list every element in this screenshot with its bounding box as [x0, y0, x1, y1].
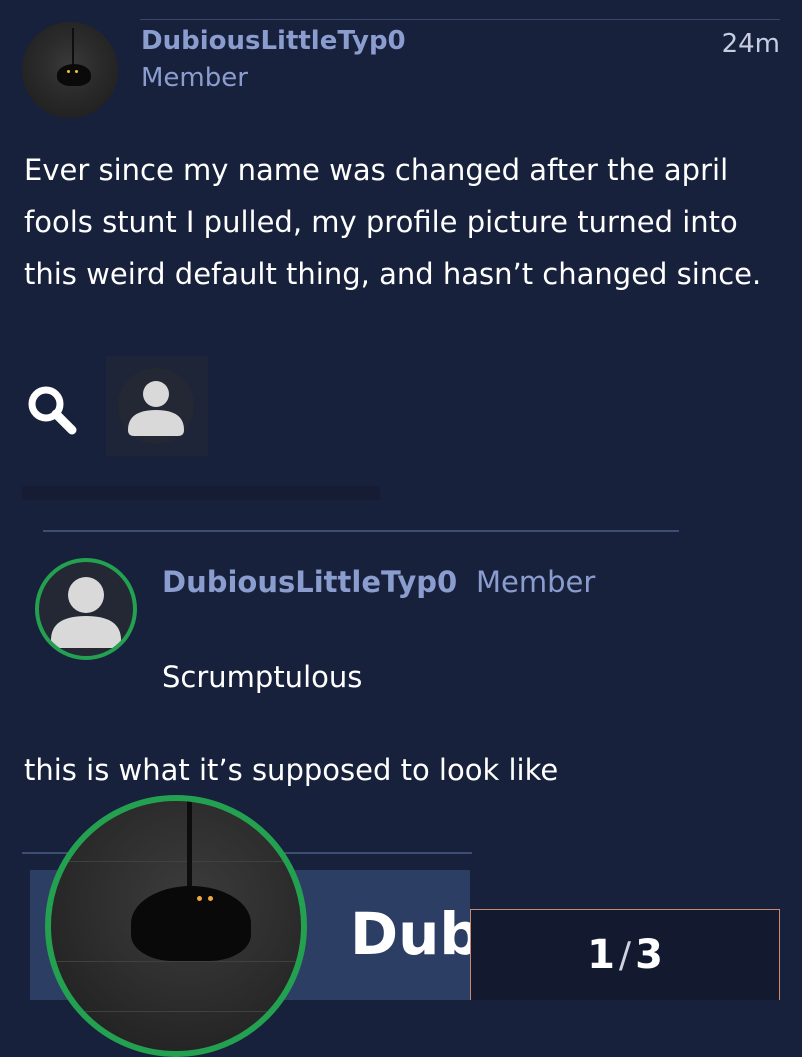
avatar-cat-eye [197, 896, 202, 901]
quote-role: Member [476, 565, 596, 599]
avatar-floor-line [51, 1011, 301, 1012]
avatar-cat-eye [67, 70, 70, 73]
avatar-pole [72, 28, 74, 68]
preview-username-fragment: Dub [350, 900, 481, 968]
quote-avatar[interactable] [35, 558, 137, 660]
avatar-cat-eye [208, 896, 213, 901]
post-caption: this is what it’s supposed to look like [24, 753, 559, 787]
avatar-pole [187, 801, 192, 896]
user-icon[interactable] [118, 368, 194, 444]
faint-bar [22, 486, 380, 500]
avatar-cat-eye [75, 70, 78, 73]
lightbox-current: 1 [587, 932, 615, 978]
avatar-floor-line [51, 961, 301, 962]
post-time[interactable]: 24m [722, 29, 780, 59]
avatar-cat [131, 886, 251, 961]
author-avatar[interactable] [22, 22, 118, 118]
author-role: Member [141, 63, 248, 93]
lightbox-counter[interactable]: 1 / 3 [470, 909, 780, 1000]
quote-text: Scrumptulous [162, 660, 363, 694]
post-body: Ever since my name was changed after the… [24, 153, 762, 291]
author-username[interactable]: DubiousLittleTyp0 [141, 26, 406, 56]
avatar-floor-line [51, 861, 301, 862]
quote-username[interactable]: DubiousLittleTyp0 [162, 565, 457, 599]
quote-divider [43, 530, 679, 532]
lightbox-separator: / [618, 934, 632, 976]
lightbox-total: 3 [635, 932, 663, 978]
preview-cat-avatar [45, 795, 307, 1057]
avatar-cat [57, 64, 91, 86]
search-icon[interactable] [20, 380, 90, 440]
post-divider-top [140, 19, 780, 20]
